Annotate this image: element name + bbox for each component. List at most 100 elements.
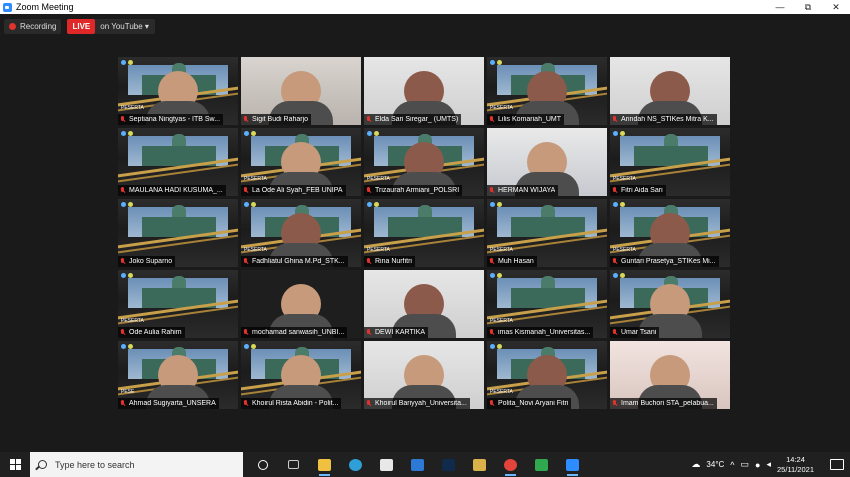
record-dot-icon	[9, 23, 16, 30]
participant-tile[interactable]: MAULANA HADI KUSUMA_...	[118, 128, 238, 196]
participant-name-label: MAULANA HADI KUSUMA_...	[118, 185, 226, 196]
participant-tile[interactable]: Khoirul Bariyyah_Universita...	[364, 341, 484, 409]
task-view-taskbar-button[interactable]	[247, 452, 278, 477]
participant-name: Ode Aulia Rahim	[129, 329, 182, 336]
participant-tile[interactable]: PESERTA Guntari Prasetya_STIKes Mi...	[610, 199, 730, 267]
logo-icon	[121, 202, 133, 207]
participant-name: Khoirul Bariyyah_Universita...	[375, 400, 467, 407]
participant-name: Muh Hasan	[498, 258, 534, 265]
video-person	[269, 284, 333, 338]
live-badge: LIVE	[67, 19, 96, 34]
mic-muted-icon	[489, 187, 495, 194]
video-person	[638, 71, 702, 125]
clock[interactable]: 14:24 25/11/2021	[777, 455, 814, 475]
mic-muted-icon	[489, 329, 495, 336]
participant-name: imas Kismanah_Universitas...	[498, 329, 591, 336]
participant-name: Sigit Budi Raharjo	[252, 116, 309, 123]
participant-name-label: Arindah NS_STIKes Mitra K...	[610, 114, 717, 125]
file-explorer-taskbar-button[interactable]	[309, 452, 340, 477]
participant-tile[interactable]: PESE Ahmad Sugiyarta_UNSERA	[118, 341, 238, 409]
participant-tile[interactable]: PESERTA Trizaurah Armiani_POLSRI	[364, 128, 484, 196]
participant-tile[interactable]: PESERTA imas Kismanah_Universitas...	[487, 270, 607, 338]
notification-icon[interactable]	[830, 459, 844, 470]
participant-tile[interactable]: Imam Buchori STA_pelabua...	[610, 341, 730, 409]
logo-icon	[613, 131, 625, 136]
participant-name-label: Guntari Prasetya_STIKes Mi...	[610, 256, 719, 267]
participant-name: Fadhliatul Ghina M.Pd_STK...	[252, 258, 345, 265]
peserta-caption: PESERTA	[244, 247, 267, 253]
task-switch-taskbar-button[interactable]	[278, 452, 309, 477]
participant-tile[interactable]: DEWI KARTIKA	[364, 270, 484, 338]
task-view-icon	[257, 459, 268, 470]
participant-tile[interactable]: mochamad sanwasih_UNBI...	[241, 270, 361, 338]
participant-tile[interactable]: Sigit Budi Raharjo	[241, 57, 361, 125]
recording-indicator[interactable]: Recording	[4, 19, 62, 34]
mic-muted-icon	[489, 116, 495, 123]
participant-tile[interactable]: PESERTA Septiana Ningtyas - ITB Sw...	[118, 57, 238, 125]
peserta-caption: PESERTA	[121, 105, 144, 111]
drive-taskbar-button[interactable]	[526, 452, 557, 477]
mic-muted-icon	[612, 258, 618, 265]
logo-icon	[121, 131, 133, 136]
participant-tile[interactable]: PESERTA Fadhliatul Ghina M.Pd_STK...	[241, 199, 361, 267]
edge-taskbar-button[interactable]	[340, 452, 371, 477]
participant-tile[interactable]: Arindah NS_STIKes Mitra K...	[610, 57, 730, 125]
tool-taskbar-button[interactable]	[464, 452, 495, 477]
video-person	[515, 142, 579, 196]
participant-tile[interactable]: Khoirul Rista Abidin - Polit...	[241, 341, 361, 409]
peserta-caption: PESERTA	[613, 176, 636, 182]
mic-muted-icon	[120, 187, 126, 194]
start-button[interactable]	[0, 452, 30, 477]
logo-icon	[613, 273, 625, 278]
network-icon[interactable]: ▭	[741, 459, 750, 470]
participant-tile[interactable]: HERMAN WIJAYA	[487, 128, 607, 196]
participant-name-label: mochamad sanwasih_UNBI...	[241, 327, 348, 338]
peserta-caption: PESERTA	[490, 247, 513, 253]
search-icon	[38, 460, 47, 469]
windows-logo-icon	[9, 459, 21, 470]
logo-icon	[367, 202, 379, 207]
zoom-taskbar-button[interactable]	[557, 452, 588, 477]
microphone-icon[interactable]: ●	[755, 460, 760, 470]
edge-icon	[349, 458, 362, 471]
participant-name: Khoirul Rista Abidin - Polit...	[252, 400, 339, 407]
chevron-up-icon[interactable]: ^	[730, 460, 734, 470]
photoshop-taskbar-button[interactable]	[433, 452, 464, 477]
participant-tile[interactable]: PESERTA Fitri Aida Sari	[610, 128, 730, 196]
participant-tile[interactable]: Elda Sari Siregar_ (UMTS)	[364, 57, 484, 125]
taskbar-search[interactable]: Type here to search	[30, 452, 243, 477]
participant-tile[interactable]: PESERTA Muh Hasan	[487, 199, 607, 267]
participant-tile[interactable]: Umar Tsani	[610, 270, 730, 338]
chrome-taskbar-button[interactable]	[495, 452, 526, 477]
mail-taskbar-button[interactable]	[402, 452, 433, 477]
mic-muted-icon	[243, 116, 249, 123]
participant-tile[interactable]: PESERTA La Ode Ali Syah_FEB UNIPA	[241, 128, 361, 196]
speaker-icon[interactable]: ◂	[766, 459, 771, 470]
minimize-button[interactable]: —	[766, 0, 794, 14]
participant-tile[interactable]: PESERTA Polita_Novi Aryani Fitri	[487, 341, 607, 409]
system-tray: ☁ 34°C ^ ▭ ● ◂ 14:24 25/11/2021	[691, 452, 850, 477]
participant-tile[interactable]: PESERTA Ode Aulia Rahim	[118, 270, 238, 338]
participant-tile[interactable]: PESERTA Rina Nurfitri	[364, 199, 484, 267]
clock-date: 25/11/2021	[777, 464, 814, 474]
store-taskbar-button[interactable]	[371, 452, 402, 477]
peserta-caption: PESERTA	[367, 176, 390, 182]
participant-name-label: Septiana Ningtyas - ITB Sw...	[118, 114, 224, 125]
participant-name-label: Muh Hasan	[487, 256, 537, 267]
participant-name-label: Joko Suparno	[118, 256, 176, 267]
logo-icon	[613, 202, 625, 207]
video-person	[146, 71, 210, 125]
participant-tile[interactable]: Joko Suparno	[118, 199, 238, 267]
logo-icon	[244, 131, 256, 136]
mic-muted-icon	[489, 400, 495, 407]
close-button[interactable]: ✕	[822, 0, 850, 14]
weather-temp[interactable]: 34°C	[706, 460, 724, 469]
logo-icon	[490, 344, 502, 349]
participant-tile[interactable]: PESERTA Lilis Komariah_UMT	[487, 57, 607, 125]
meeting-status-bar: Recording LIVE on YouTube ▾	[4, 19, 155, 34]
participant-name: Joko Suparno	[129, 258, 173, 265]
logo-icon	[121, 60, 133, 65]
maximize-button[interactable]: ⧉	[794, 0, 822, 14]
logo-icon	[367, 131, 379, 136]
live-stream-indicator[interactable]: LIVE on YouTube ▾	[67, 19, 155, 34]
